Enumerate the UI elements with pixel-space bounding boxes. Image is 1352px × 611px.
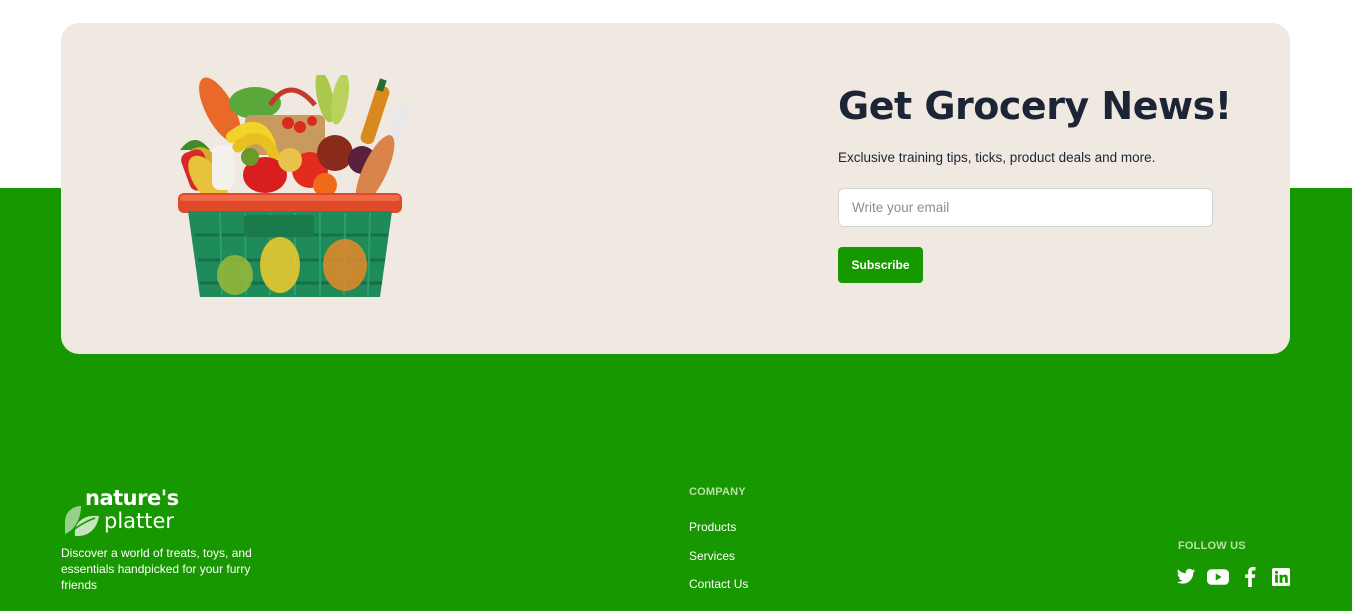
newsletter-title: Get Grocery News! xyxy=(838,84,1232,128)
grocery-basket-image xyxy=(178,75,410,297)
linkedin-icon[interactable] xyxy=(1270,566,1292,588)
email-input[interactable] xyxy=(838,188,1213,227)
brand-logo[interactable]: nature's platter xyxy=(61,486,191,540)
youtube-icon[interactable] xyxy=(1207,566,1229,588)
facebook-icon[interactable] xyxy=(1239,566,1261,588)
follow-us-heading: FOLLOW US xyxy=(1178,540,1246,552)
company-heading: COMPANY xyxy=(689,486,746,498)
brand-name-line1: nature's xyxy=(85,486,179,510)
subscribe-button[interactable]: Subscribe xyxy=(838,247,923,283)
footer-link-contact-us[interactable]: Contact Us xyxy=(689,577,748,591)
brand-description: Discover a world of treats, toys, and es… xyxy=(61,546,252,592)
footer-link-services[interactable]: Services xyxy=(689,549,735,563)
newsletter-subtitle: Exclusive training tips, ticks, product … xyxy=(838,150,1156,165)
footer-link-products[interactable]: Products xyxy=(689,520,736,534)
brand-name-line2: platter xyxy=(104,509,175,533)
twitter-icon[interactable] xyxy=(1175,566,1197,588)
